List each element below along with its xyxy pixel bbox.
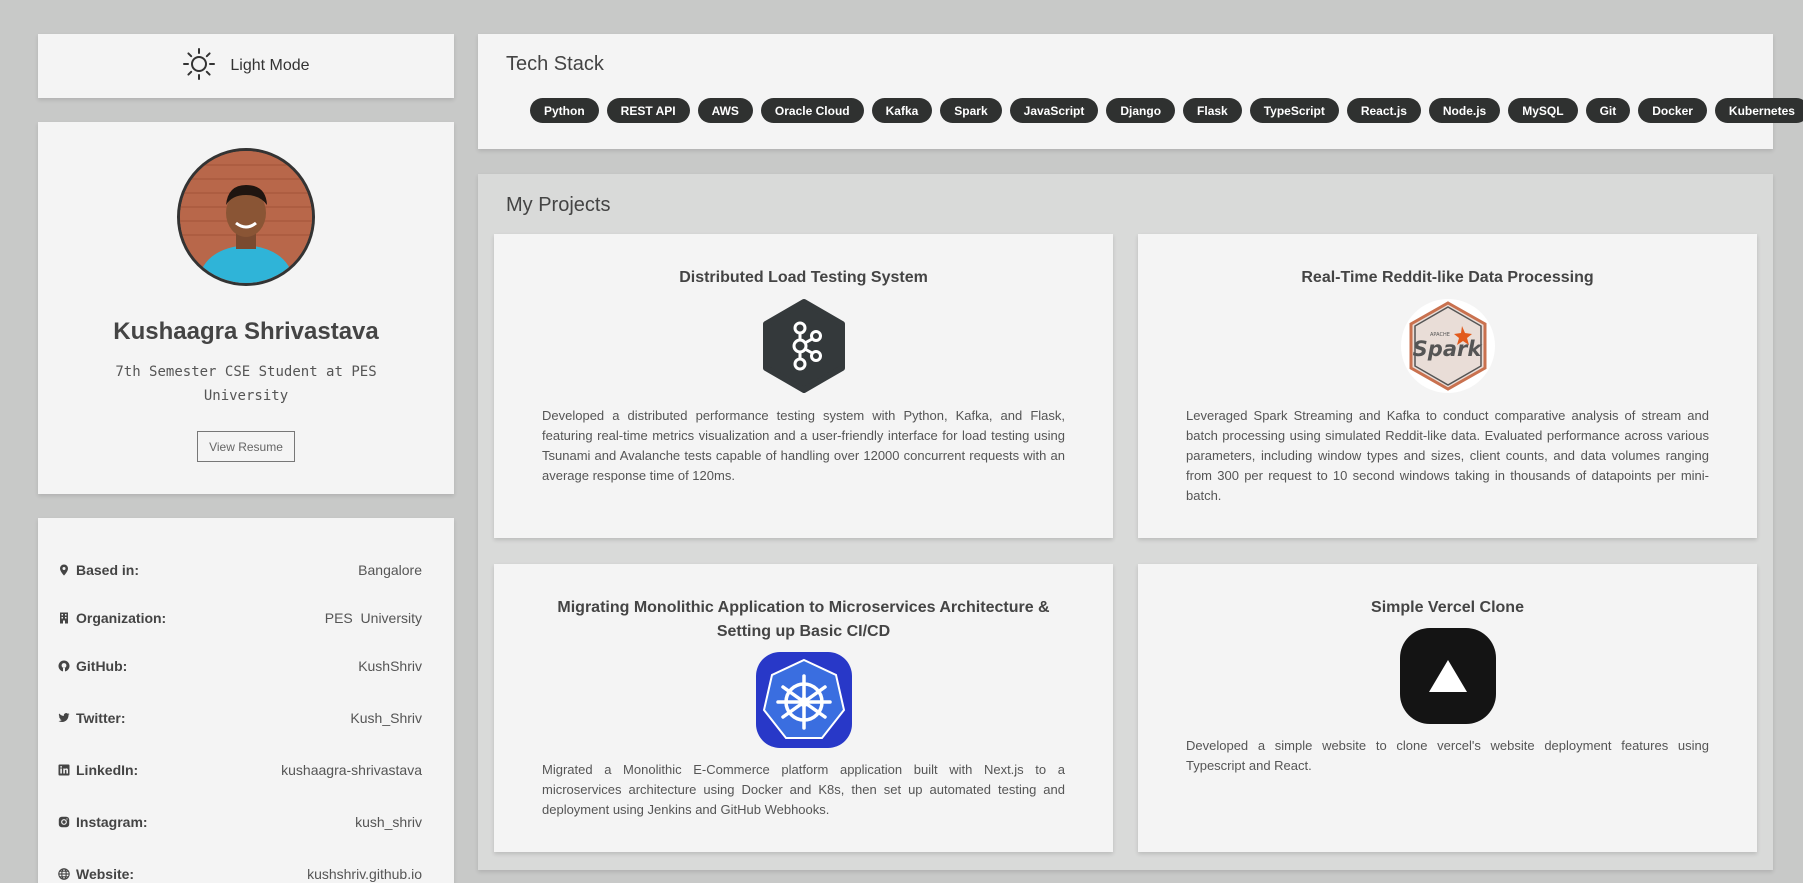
info-row-website[interactable]: Website: kushshriv.github.io (58, 864, 422, 883)
linkedin-icon (58, 764, 76, 776)
location-pin-icon (58, 564, 76, 576)
spark-logo-icon: APACHE Spark (1400, 298, 1496, 394)
project-card-reddit-processing[interactable]: Real-Time Reddit-like Data Processing AP… (1138, 234, 1757, 538)
tech-tag-react-js[interactable]: React.js (1346, 98, 1421, 123)
tech-tag-rest-api[interactable]: REST API (606, 98, 690, 123)
github-link[interactable]: KushShriv (358, 658, 422, 674)
building-icon (58, 612, 76, 624)
view-resume-button[interactable]: View Resume (197, 431, 295, 462)
project-description: Developed a simple website to clone verc… (1186, 738, 1709, 773)
info-card: Based in: Bangalore Organization: PES Un… (38, 518, 454, 883)
project-title: Simple Vercel Clone (1371, 599, 1524, 616)
info-row-organization: Organization: PES University (58, 608, 422, 628)
instagram-link[interactable]: kush_shriv (355, 814, 422, 830)
instagram-icon (58, 816, 76, 828)
avatar (177, 148, 315, 286)
project-description: Migrated a Monolithic E-Commerce platfor… (542, 762, 1065, 817)
globe-icon (58, 868, 76, 880)
tech-tag-flask[interactable]: Flask (1183, 98, 1242, 123)
vercel-logo-icon (1399, 628, 1496, 724)
info-row-location: Based in: Bangalore (58, 560, 422, 580)
tech-tag-kafka[interactable]: Kafka (871, 98, 933, 123)
tech-tag-python[interactable]: Python (530, 98, 599, 123)
tech-tag-aws[interactable]: AWS (697, 98, 753, 123)
tech-tag-spark[interactable]: Spark (940, 98, 1002, 123)
tech-tags: Python REST API AWS Oracle Cloud Kafka Spark J… (530, 98, 1803, 123)
tech-tag-git[interactable]: Git (1585, 98, 1631, 123)
info-row-linkedin[interactable]: LinkedIn: kushaagra-shrivastava (58, 760, 422, 780)
linkedin-link[interactable]: kushaagra-shrivastava (281, 762, 422, 778)
project-title: Migrating Monolithic Application to Micr… (557, 599, 1050, 640)
project-title: Distributed Load Testing System (679, 269, 928, 286)
kafka-logo-icon (756, 298, 852, 394)
twitter-link[interactable]: Kush_Shriv (350, 710, 422, 726)
profile-subtitle: 7th Semester CSE Student at PES Universi… (115, 364, 377, 404)
tech-stack-title: Tech Stack (506, 53, 604, 75)
project-card-microservices[interactable]: Migrating Monolithic Application to Micr… (494, 564, 1113, 852)
project-title: Real-Time Reddit-like Data Processing (1301, 269, 1594, 286)
spark-logo-text: Spark (1412, 337, 1483, 361)
twitter-icon (58, 712, 76, 724)
sun-icon (182, 47, 216, 86)
project-description: Leveraged Spark Streaming and Kafka to c… (1186, 408, 1709, 503)
info-row-twitter[interactable]: Twitter: Kush_Shriv (58, 708, 422, 728)
project-card-vercel-clone[interactable]: Simple Vercel Clone Developed a simple w… (1138, 564, 1757, 852)
tech-tag-node-js[interactable]: Node.js (1428, 98, 1501, 123)
tech-tag-docker[interactable]: Docker (1638, 98, 1707, 123)
projects-title: My Projects (506, 194, 611, 216)
light-mode-toggle[interactable]: Light Mode (38, 34, 454, 98)
projects-panel: My Projects Distributed Load Testing Sys… (478, 174, 1773, 870)
website-link[interactable]: kushshriv.github.io (307, 866, 422, 882)
tech-tag-mysql[interactable]: MySQL (1508, 98, 1578, 123)
tech-tag-kubernetes[interactable]: Kubernetes (1714, 98, 1803, 123)
tech-tag-javascript[interactable]: JavaScript (1009, 98, 1099, 123)
project-card-load-testing[interactable]: Distributed Load Testing System Develope… (494, 234, 1113, 538)
tech-tag-django[interactable]: Django (1106, 98, 1176, 123)
tech-stack-card: Tech Stack Python REST API AWS Oracle Cloud… (478, 34, 1803, 149)
kubernetes-logo-icon (755, 652, 852, 748)
github-icon (58, 660, 76, 672)
tech-tag-typescript[interactable]: TypeScript (1249, 98, 1339, 123)
info-row-github[interactable]: GitHub: KushShriv (58, 656, 422, 676)
project-description: Developed a distributed performance test… (542, 408, 1065, 483)
tech-tag-oracle-cloud[interactable]: Oracle Cloud (760, 98, 864, 123)
profile-name: Kushaagra Shrivastava (113, 318, 379, 345)
mode-label: Light Mode (230, 57, 310, 74)
profile-card: Kushaagra Shrivastava 7th Semester CSE S… (38, 122, 454, 494)
info-row-instagram[interactable]: Instagram: kush_shriv (58, 812, 422, 832)
organization-value: PES University (324, 610, 422, 626)
location-value: Bangalore (358, 562, 422, 578)
